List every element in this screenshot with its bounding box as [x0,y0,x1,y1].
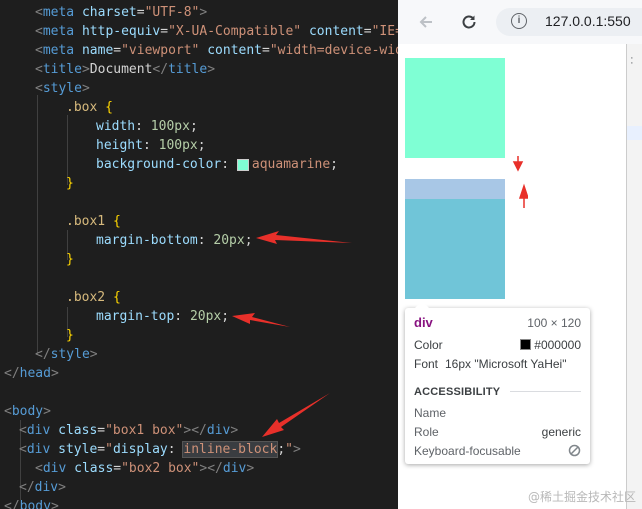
code-line[interactable]: height: 100px; [96,136,206,155]
more-vert-icon[interactable]: · · [630,53,634,69]
code-line[interactable]: } [66,174,74,193]
name-label: Name [414,406,447,420]
tooltip-element-name: div [414,315,433,330]
code-line[interactable]: width: 100px; [96,117,198,136]
code-line[interactable]: } [66,326,74,345]
url-text[interactable]: 127.0.0.1:550 [545,13,631,29]
tooltip-header: div 100 × 120 [414,314,581,332]
code-line[interactable]: <meta name="viewport" content="width=dev… [35,41,398,60]
code-line[interactable]: <meta charset="UTF-8"> [35,3,207,22]
margin-arrows [512,156,528,208]
code-line[interactable]: margin-bottom: 20px; [96,231,253,250]
tooltip-color-row: Color #000000 [414,336,581,354]
code-line[interactable]: } [66,250,74,269]
tooltip-keyboard-row: Keyboard-focusable [414,442,581,460]
arrow-up-icon [518,183,528,208]
code-line[interactable]: <style> [35,79,90,98]
devtools-row-highlight [627,126,642,140]
browser-window: i 127.0.0.1:550 · · div 100 × 120 Color #… [398,0,642,509]
color-label: Color [414,338,443,352]
code-line[interactable]: margin-top: 20px; [96,307,229,326]
tooltip-font-row: Font 16px "Microsoft YaHei" [414,355,581,373]
tooltip-caret [415,301,429,308]
reload-icon [462,15,476,29]
tooltip-name-row: Name [414,404,581,422]
tooltip-accessibility-header: ACCESSIBILITY [414,382,581,400]
arrow-annotation [232,313,290,327]
code-line[interactable]: .box1 { [66,212,121,231]
arrow-annotation [256,231,352,244]
code-line[interactable]: <div class="box2 box"></div> [35,459,254,478]
code-line[interactable]: <body> [4,402,51,421]
tooltip-element-size: 100 × 120 [527,316,581,330]
address-bar[interactable]: i 127.0.0.1:550 [496,8,642,36]
info-icon[interactable]: i [511,13,527,29]
color-value: #000000 [534,338,581,352]
code-line[interactable]: <title>Document</title> [35,60,215,79]
watermark: @稀土掘金技术社区 [527,490,636,504]
not-allowed-icon [568,442,581,460]
code-line[interactable]: background-color: aquamarine; [96,155,338,174]
role-value: generic [541,425,581,439]
role-label: Role [414,425,439,439]
browser-toolbar: i 127.0.0.1:550 [398,0,642,45]
arrow-annotation [262,393,330,437]
code-line[interactable]: .box { [66,98,113,117]
font-value: 16px "Microsoft YaHei" [445,357,567,371]
arrow-down-icon [512,156,524,172]
code-line[interactable]: <div style="display: inline-block;"> [19,440,301,459]
keyboard-label: Keyboard-focusable [414,444,521,458]
reload-button[interactable] [458,11,480,33]
back-button[interactable] [415,11,437,33]
color-swatch[interactable] [236,158,249,171]
box2-content-highlight [405,199,505,299]
code-line[interactable]: </style> [35,345,98,364]
tooltip-role-row: Role generic [414,423,581,441]
divider [510,391,581,392]
devtools-edge[interactable]: · · [626,44,642,509]
inspect-tooltip: div 100 × 120 Color #000000 Font 16px "M… [405,301,590,464]
accessibility-header: ACCESSIBILITY [414,386,501,398]
code-line[interactable]: </head> [4,364,59,383]
font-label: Font [414,357,439,371]
arrow-left-icon [419,16,432,28]
code-line[interactable]: <meta http-equiv="X-UA-Compatible" conte… [35,22,398,41]
box1 [405,58,505,158]
code-editor: <meta charset="UTF-8"> <meta http-equiv=… [0,0,398,509]
code-line[interactable]: </body> [4,497,59,509]
code-line[interactable]: .box2 { [66,288,121,307]
indent-guide [37,95,38,355]
code-line[interactable]: </div> [19,478,66,497]
code-line[interactable]: <div class="box1 box"></div> [19,421,238,440]
color-swatch-icon [520,339,532,350]
margin-highlight [405,179,505,199]
